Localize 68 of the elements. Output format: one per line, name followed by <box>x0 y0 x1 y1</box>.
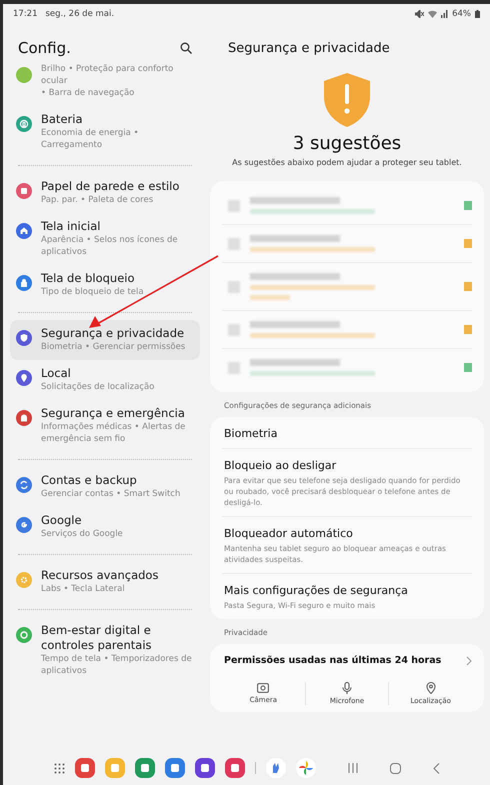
item-subtitle: Biometria • Gerenciar permissões <box>41 341 186 353</box>
settings-item[interactable]: Recursos avançados Labs • Tecla Lateral <box>10 562 200 602</box>
settings-item[interactable]: Tela inicial Aparência • Selos nos ícones de aplicativos <box>10 213 200 265</box>
setting-title: Biometria <box>224 427 278 440</box>
warning-shield-icon <box>324 73 370 127</box>
settings-item[interactable]: Papel de parede e estilo Pap. par. • Paleta de cores <box>10 173 200 213</box>
notes-app-icon[interactable] <box>74 758 94 778</box>
camera-icon <box>257 682 270 693</box>
battery-percent: 64% <box>452 8 471 18</box>
recents-button[interactable] <box>348 763 358 773</box>
item-subtitle: Tipo de bloqueio de tela <box>41 286 144 298</box>
item-title: Papel de parede e estilo <box>41 179 180 194</box>
item-title: Segurança e privacidade <box>41 326 186 341</box>
settings-item[interactable]: Bem-estar digital e controles parentais Tempo de tela • Temporizadores de aplicativos <box>10 617 200 684</box>
signal-icon <box>441 10 448 18</box>
item-subtitle: Gerenciar contas • Smart Switch <box>41 488 180 500</box>
permissions-link[interactable]: Permissões usadas nas últimas 24 horas <box>222 644 472 676</box>
battery-icon <box>475 10 480 18</box>
setting-title: Bloqueio ao desligar <box>224 459 338 472</box>
item-title: Local <box>41 366 72 381</box>
settings-item[interactable]: Google Serviços do Google <box>10 507 200 547</box>
item-subtitle: Tempo de tela • Temporizadores de aplicativos <box>41 653 193 677</box>
item-title: Tela inicial <box>41 219 102 234</box>
settings-item[interactable]: Tela de bloqueio Tipo de bloqueio de tela <box>10 265 200 305</box>
wifi-icon <box>428 10 438 18</box>
item-title: Segurança e emergência <box>41 406 186 421</box>
settings-item[interactable]: Segurança e privacidade Biometria • Gerenciar permissões <box>10 320 200 360</box>
setting-title: Bloqueador automático <box>224 527 354 540</box>
item-subtitle: Serviços do Google <box>41 528 123 540</box>
mute-icon <box>415 10 424 18</box>
search-icon[interactable] <box>180 42 192 54</box>
settings-item[interactable]: Local Solicitações de localização <box>10 360 200 400</box>
item-subtitle: • Barra de navegação <box>41 87 136 99</box>
item-title: Bateria <box>41 112 84 127</box>
item-title: Tela de bloqueio <box>41 271 136 286</box>
home-button[interactable] <box>390 762 400 774</box>
settings-item[interactable]: Contas e backup Gerenciar contas • Smart Switch <box>10 467 200 507</box>
item-subtitle: Aparência • Selos nos ícones de aplicativos <box>41 234 179 258</box>
status-time: 17:21 <box>13 8 38 18</box>
setting-item[interactable]: Biometria <box>222 417 472 448</box>
item-title: Brilho • Proteção para conforto ocular <box>41 63 174 87</box>
microphone-icon <box>342 682 352 694</box>
item-subtitle: Labs • Tecla Lateral <box>41 583 126 595</box>
item-subtitle: Pap. par. • Paleta de cores <box>41 194 154 206</box>
item-subtitle: Economia de energia • Carregamento <box>41 127 140 151</box>
phone-app-icon[interactable] <box>134 758 154 778</box>
pen-app-icon[interactable] <box>194 758 214 778</box>
status-date: seg., 26 de mai. <box>46 8 114 18</box>
page-title: Segurança e privacidade <box>227 40 390 56</box>
item-title: Google <box>41 513 83 528</box>
item-subtitle: Informações médicas • Alertas de emergência sem fio <box>41 421 186 445</box>
item-title: Contas e backup <box>41 473 138 488</box>
sidebar-title: Config. <box>18 39 71 57</box>
chat-app-icon[interactable] <box>164 758 184 778</box>
setting-title: Mais configurações de segurança <box>224 584 409 597</box>
item-title: Recursos avançados <box>41 568 158 583</box>
app-grid-icon[interactable] <box>54 762 64 774</box>
suggestion-description: As sugestões abaixo podem ajudar a proteger seu tablet. <box>232 158 462 167</box>
settings-item[interactable]: Bateria Economia de energia • Carregamento <box>10 106 200 158</box>
back-button[interactable] <box>432 762 440 774</box>
settings-item[interactable]: Segurança e emergência Informações médicas • Alertas de emergência sem fio <box>10 400 200 452</box>
suggestion-count: 3 sugestões <box>292 133 402 154</box>
item-title: Bem-estar digital e controles parentais <box>41 623 153 653</box>
location-icon <box>426 682 436 694</box>
item-subtitle: Solicitações de localização <box>41 381 154 393</box>
pinwheel-app-icon[interactable] <box>296 758 316 778</box>
chevron-right-icon <box>466 656 472 666</box>
camera-app-icon[interactable] <box>224 758 244 778</box>
